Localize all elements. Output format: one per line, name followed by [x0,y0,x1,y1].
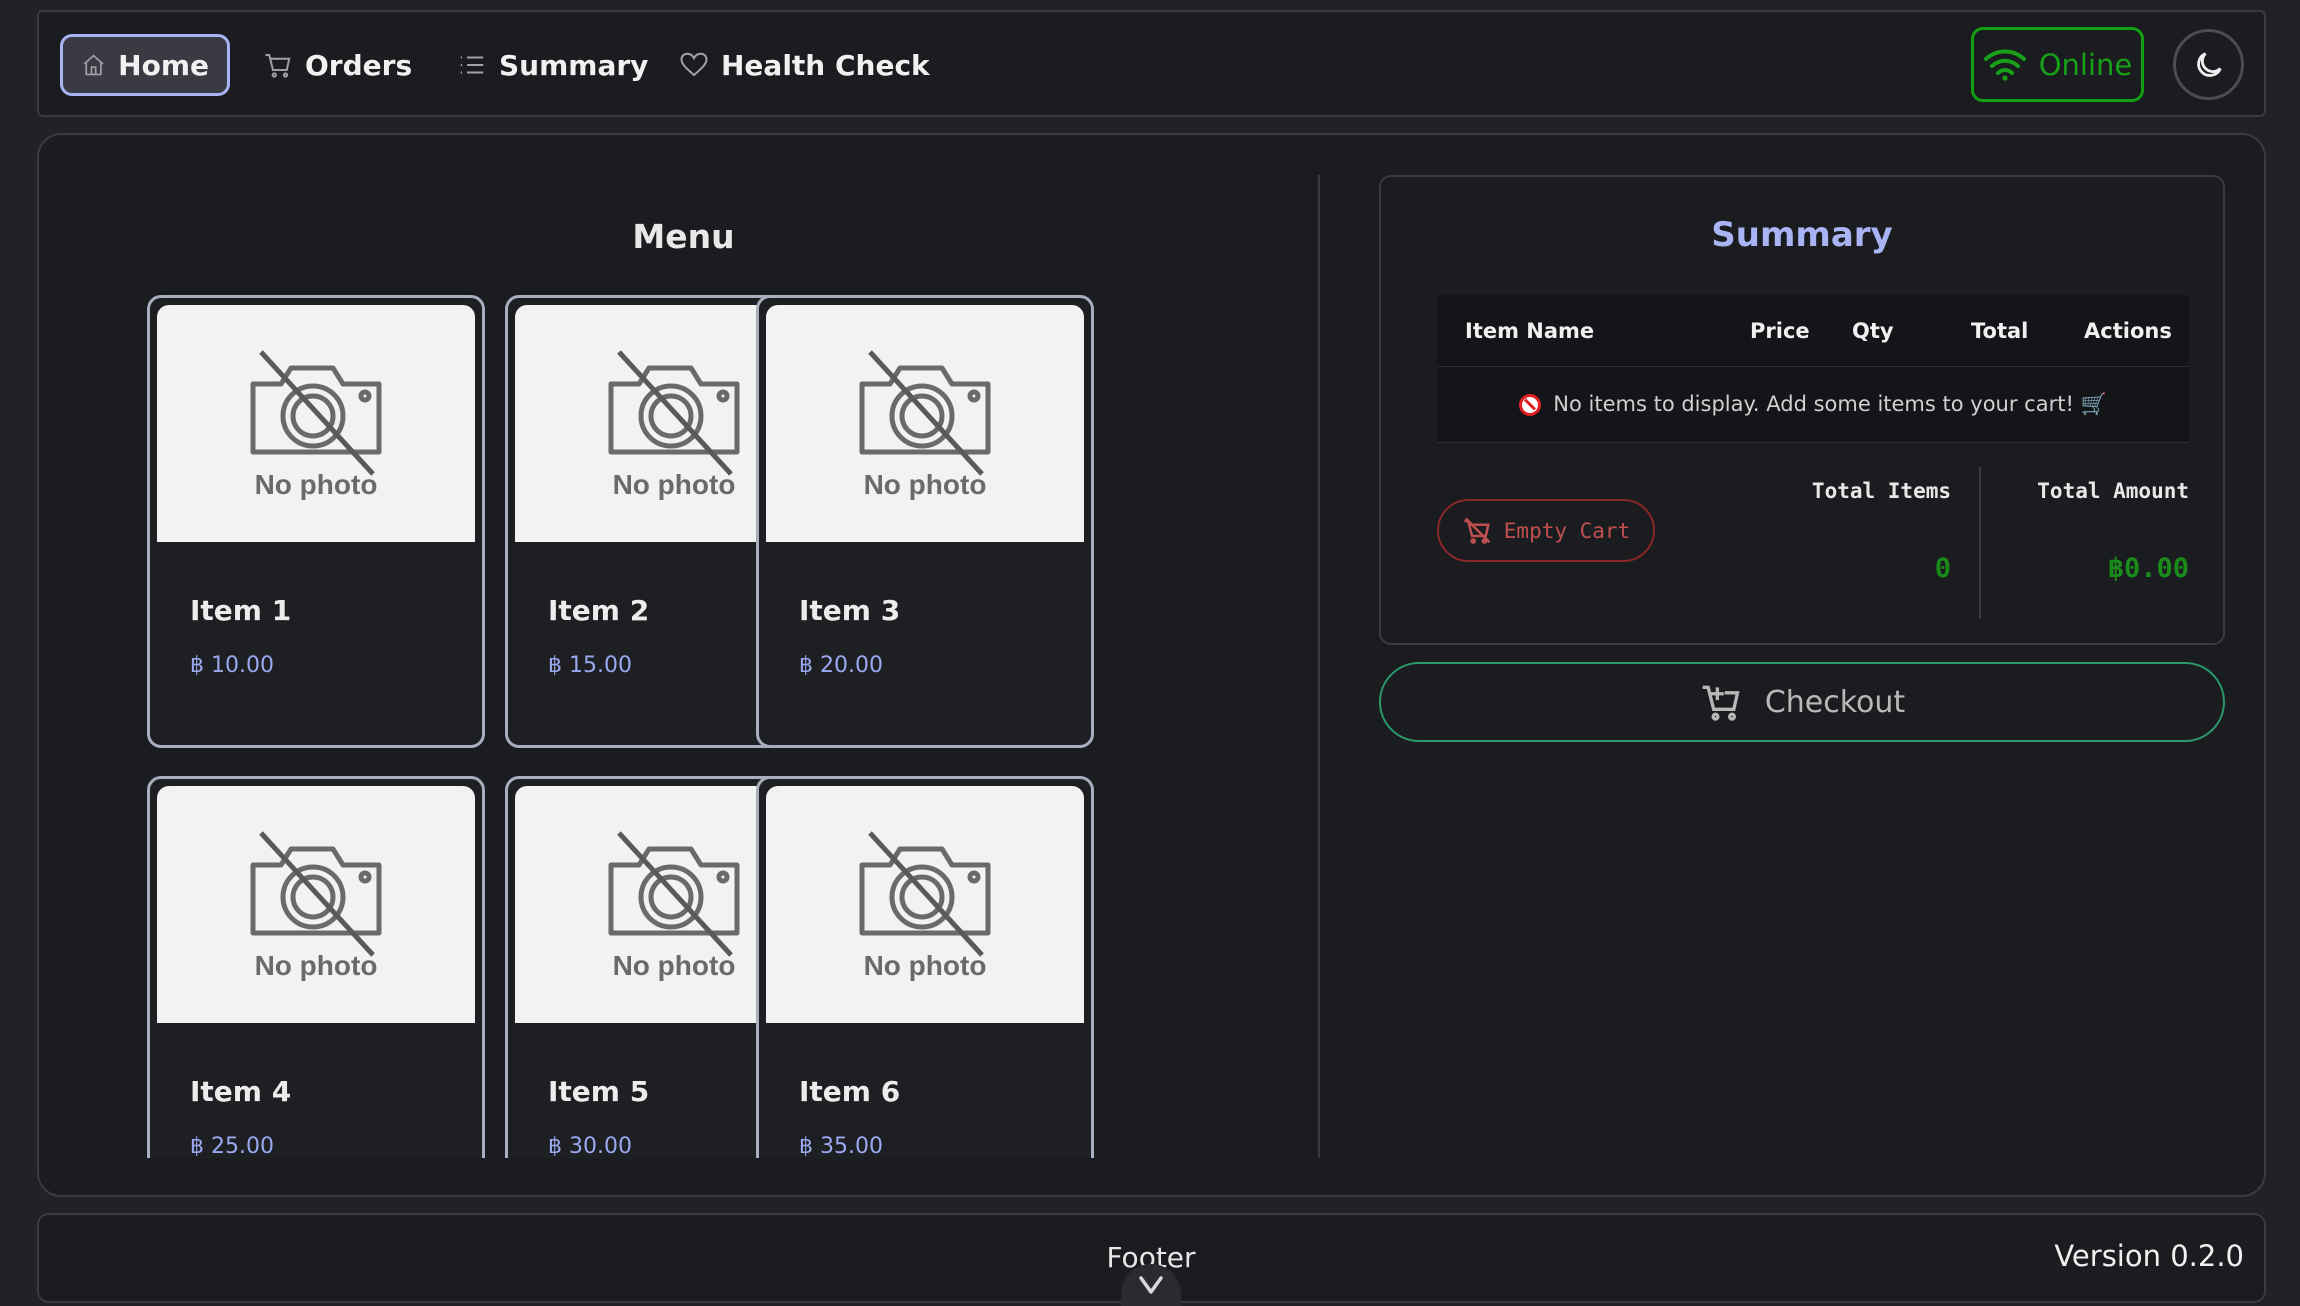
menu-item-photo: No photo [157,305,475,542]
cart-icon [265,54,291,78]
chevron-down-icon [1139,1276,1163,1294]
menu-item-name: Item 4 [190,1075,292,1108]
menu-item-name: Item 6 [799,1075,901,1108]
moon-icon [2196,51,2222,77]
menu-item-price: ฿ 35.00 [799,1134,883,1158]
summary-table: Item Name Price Qty Total Actions No ite… [1437,295,2189,443]
no-photo-text: No photo [255,469,378,500]
column-qty: Qty [1852,318,1894,343]
cart-add-icon [1702,685,1740,721]
checkout-button[interactable]: Checkout [1379,662,2225,742]
no-photo-icon: No photo [608,830,740,981]
main-content: Menu No photo Item 1 ฿ 10.00 No photo It… [37,133,2266,1197]
column-price: Price [1750,318,1810,343]
nav-home-label: Home [118,48,209,82]
online-status-label: Online [2038,47,2133,82]
prohibited-icon [1519,393,1542,416]
total-amount-value: ฿0.00 [2107,553,2189,584]
menu-item-photo: No photo [766,305,1084,542]
no-photo-text: No photo [255,950,378,981]
no-photo-text: No photo [864,469,987,500]
version-label: Version 0.2.0 [2054,1239,2244,1273]
summary-panel: Summary Item Name Price Qty Total Action… [1379,175,2225,645]
menu-item-name: Item 3 [799,594,901,627]
menu-item-name: Item 1 [190,594,292,627]
menu-item-card[interactable]: No photo Item 3 ฿ 20.00 [756,295,1094,748]
menu-item-photo: No photo [157,786,475,1023]
summary-table-header: Item Name Price Qty Total Actions [1437,295,2189,367]
no-photo-icon: No photo [608,349,740,500]
menu-item-price: ฿ 15.00 [548,653,632,678]
no-photo-text: No photo [864,950,987,981]
no-photo-icon: No photo [250,349,382,500]
no-photo-icon: No photo [250,830,382,981]
home-icon [83,54,104,76]
online-status-badge[interactable]: Online [1971,27,2144,102]
no-photo-icon: No photo [859,349,991,500]
wifi-icon [1983,49,2026,81]
summary-empty-message: No items to display. Add some items to y… [1553,392,2107,416]
menu-item-card[interactable]: No photo Item 4 ฿ 25.00 [147,776,485,1158]
empty-cart-button[interactable]: Empty Cart [1437,499,1655,562]
no-photo-text: No photo [613,469,736,500]
menu-item-photo: No photo [766,786,1084,1023]
no-photo-icon: No photo [859,830,991,981]
menu-title: Menu [632,217,735,256]
total-amount-label: Total Amount [2037,479,2189,503]
nav-health-check[interactable]: Health Check [659,34,950,96]
empty-cart-label: Empty Cart [1503,518,1631,543]
list-icon [460,56,484,74]
column-actions: Actions [2084,318,2172,343]
nav-health-label: Health Check [721,48,930,82]
menu-grid: No photo Item 1 ฿ 10.00 No photo Item 2 … [147,295,1257,1158]
menu-item-price: ฿ 20.00 [799,653,883,678]
nav-orders[interactable]: Orders [243,34,432,96]
menu-item-price: ฿ 30.00 [548,1134,632,1158]
summary-empty-row: No items to display. Add some items to y… [1437,367,2189,443]
no-photo-text: No photo [613,950,736,981]
total-items-label: Total Items [1811,479,1951,503]
nav-summary-label: Summary [499,48,649,82]
menu-item-card[interactable]: No photo Item 1 ฿ 10.00 [147,295,485,748]
nav-orders-label: Orders [305,48,413,82]
theme-toggle-button[interactable] [2173,29,2244,100]
menu-item-card[interactable]: No photo Item 6 ฿ 35.00 [756,776,1094,1158]
section-divider [1318,175,1320,1158]
menu-item-price: ฿ 25.00 [190,1134,274,1158]
checkout-label: Checkout [1764,684,1906,720]
total-items-value: 0 [1934,553,1951,584]
nav-summary[interactable]: Summary [437,34,668,96]
remove-cart-icon [1464,517,1491,544]
menu-item-name: Item 5 [548,1075,650,1108]
menu-item-name: Item 2 [548,594,650,627]
top-navbar: Home Orders Summary Health Check Online [37,10,2266,117]
menu-item-price: ฿ 10.00 [190,653,274,678]
column-item-name: Item Name [1465,318,1595,343]
column-total: Total [1971,318,2029,343]
heart-icon [680,52,708,77]
summary-title: Summary [1711,215,1893,255]
nav-home[interactable]: Home [60,34,230,96]
